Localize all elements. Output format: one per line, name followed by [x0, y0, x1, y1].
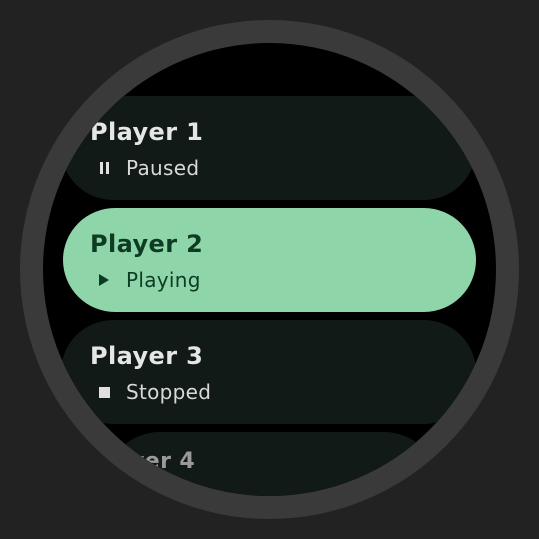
- player-1-chip[interactable]: Player 1 Paused: [61, 96, 476, 200]
- player-2-status: Playing: [94, 268, 201, 292]
- play-icon: [94, 270, 114, 290]
- player-4-title: Player 4: [91, 449, 196, 474]
- player-3-status: Stopped: [94, 380, 211, 404]
- player-2-title: Player 2: [90, 230, 204, 258]
- player-3-chip[interactable]: Player 3 Stopped: [61, 320, 476, 424]
- player-1-title: Player 1: [90, 118, 204, 146]
- player-2-status-label: Playing: [126, 268, 201, 292]
- player-3-status-label: Stopped: [126, 380, 212, 404]
- stop-icon: [94, 382, 114, 402]
- pause-icon: [94, 158, 114, 178]
- watch-canvas: Player 1 Paused Player 2 Playing Player …: [0, 0, 539, 539]
- player-1-status-label: Paused: [126, 156, 200, 180]
- player-4-chip[interactable]: Player 4: [91, 432, 437, 496]
- player-2-chip[interactable]: Player 2 Playing: [63, 208, 476, 312]
- player-1-status: Paused: [94, 156, 199, 180]
- player-3-title: Player 3: [90, 342, 204, 370]
- watch-screen: Player 1 Paused Player 2 Playing Player …: [43, 43, 496, 496]
